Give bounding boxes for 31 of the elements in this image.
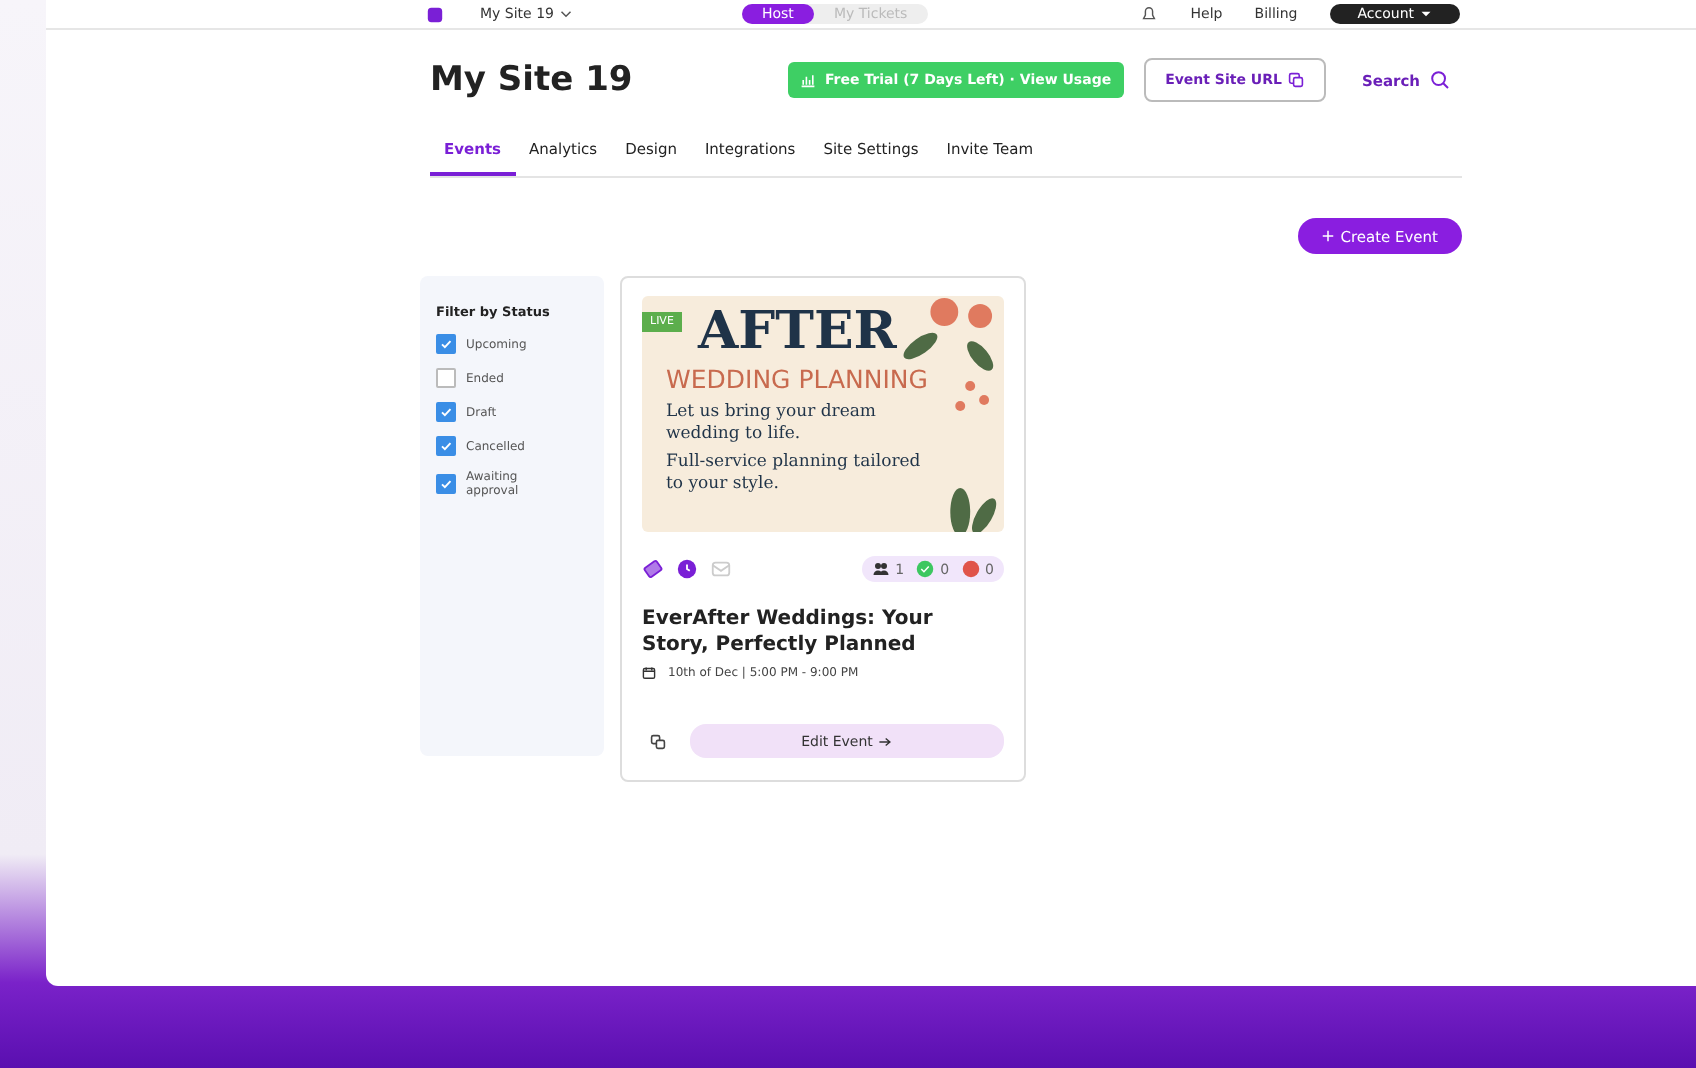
clock-icon — [676, 558, 698, 580]
check-icon — [438, 438, 454, 454]
caret-icon — [1420, 10, 1432, 18]
arrow-icon — [878, 735, 893, 747]
bell-icon[interactable] — [1140, 5, 1159, 23]
status-dot-icon — [961, 560, 980, 578]
checkbox[interactable] — [436, 334, 456, 354]
event-title: EverAfter Weddings: Your Story, Perfectly Planned — [642, 606, 935, 658]
checkbox[interactable] — [436, 436, 456, 456]
check-icon — [438, 476, 454, 492]
checkbox[interactable] — [436, 368, 456, 388]
copy-icon — [1287, 72, 1304, 88]
checkbox[interactable] — [436, 474, 456, 494]
logo-icon[interactable] — [426, 5, 444, 23]
calendar-icon — [642, 666, 656, 680]
search-icon — [1430, 70, 1450, 90]
checkbox[interactable] — [436, 402, 456, 422]
check-icon — [438, 336, 454, 352]
check-icon — [916, 560, 935, 578]
flyer-text: Let us bring your dream wedding to life. — [666, 402, 878, 446]
mail-icon — [710, 558, 732, 580]
flyer-subheading: WEDDING PLANNING — [666, 364, 930, 394]
chart-icon — [800, 72, 817, 88]
flyer-text: Full-service planning tailored to your style. — [666, 452, 923, 496]
caret-icon[interactable] — [559, 10, 572, 18]
copy-icon[interactable] — [650, 733, 666, 749]
ticket-icon — [642, 558, 664, 580]
check-icon — [438, 404, 454, 420]
people-icon — [871, 560, 890, 578]
page-title: My Site 19 — [430, 60, 635, 100]
plus-icon — [1322, 230, 1335, 242]
